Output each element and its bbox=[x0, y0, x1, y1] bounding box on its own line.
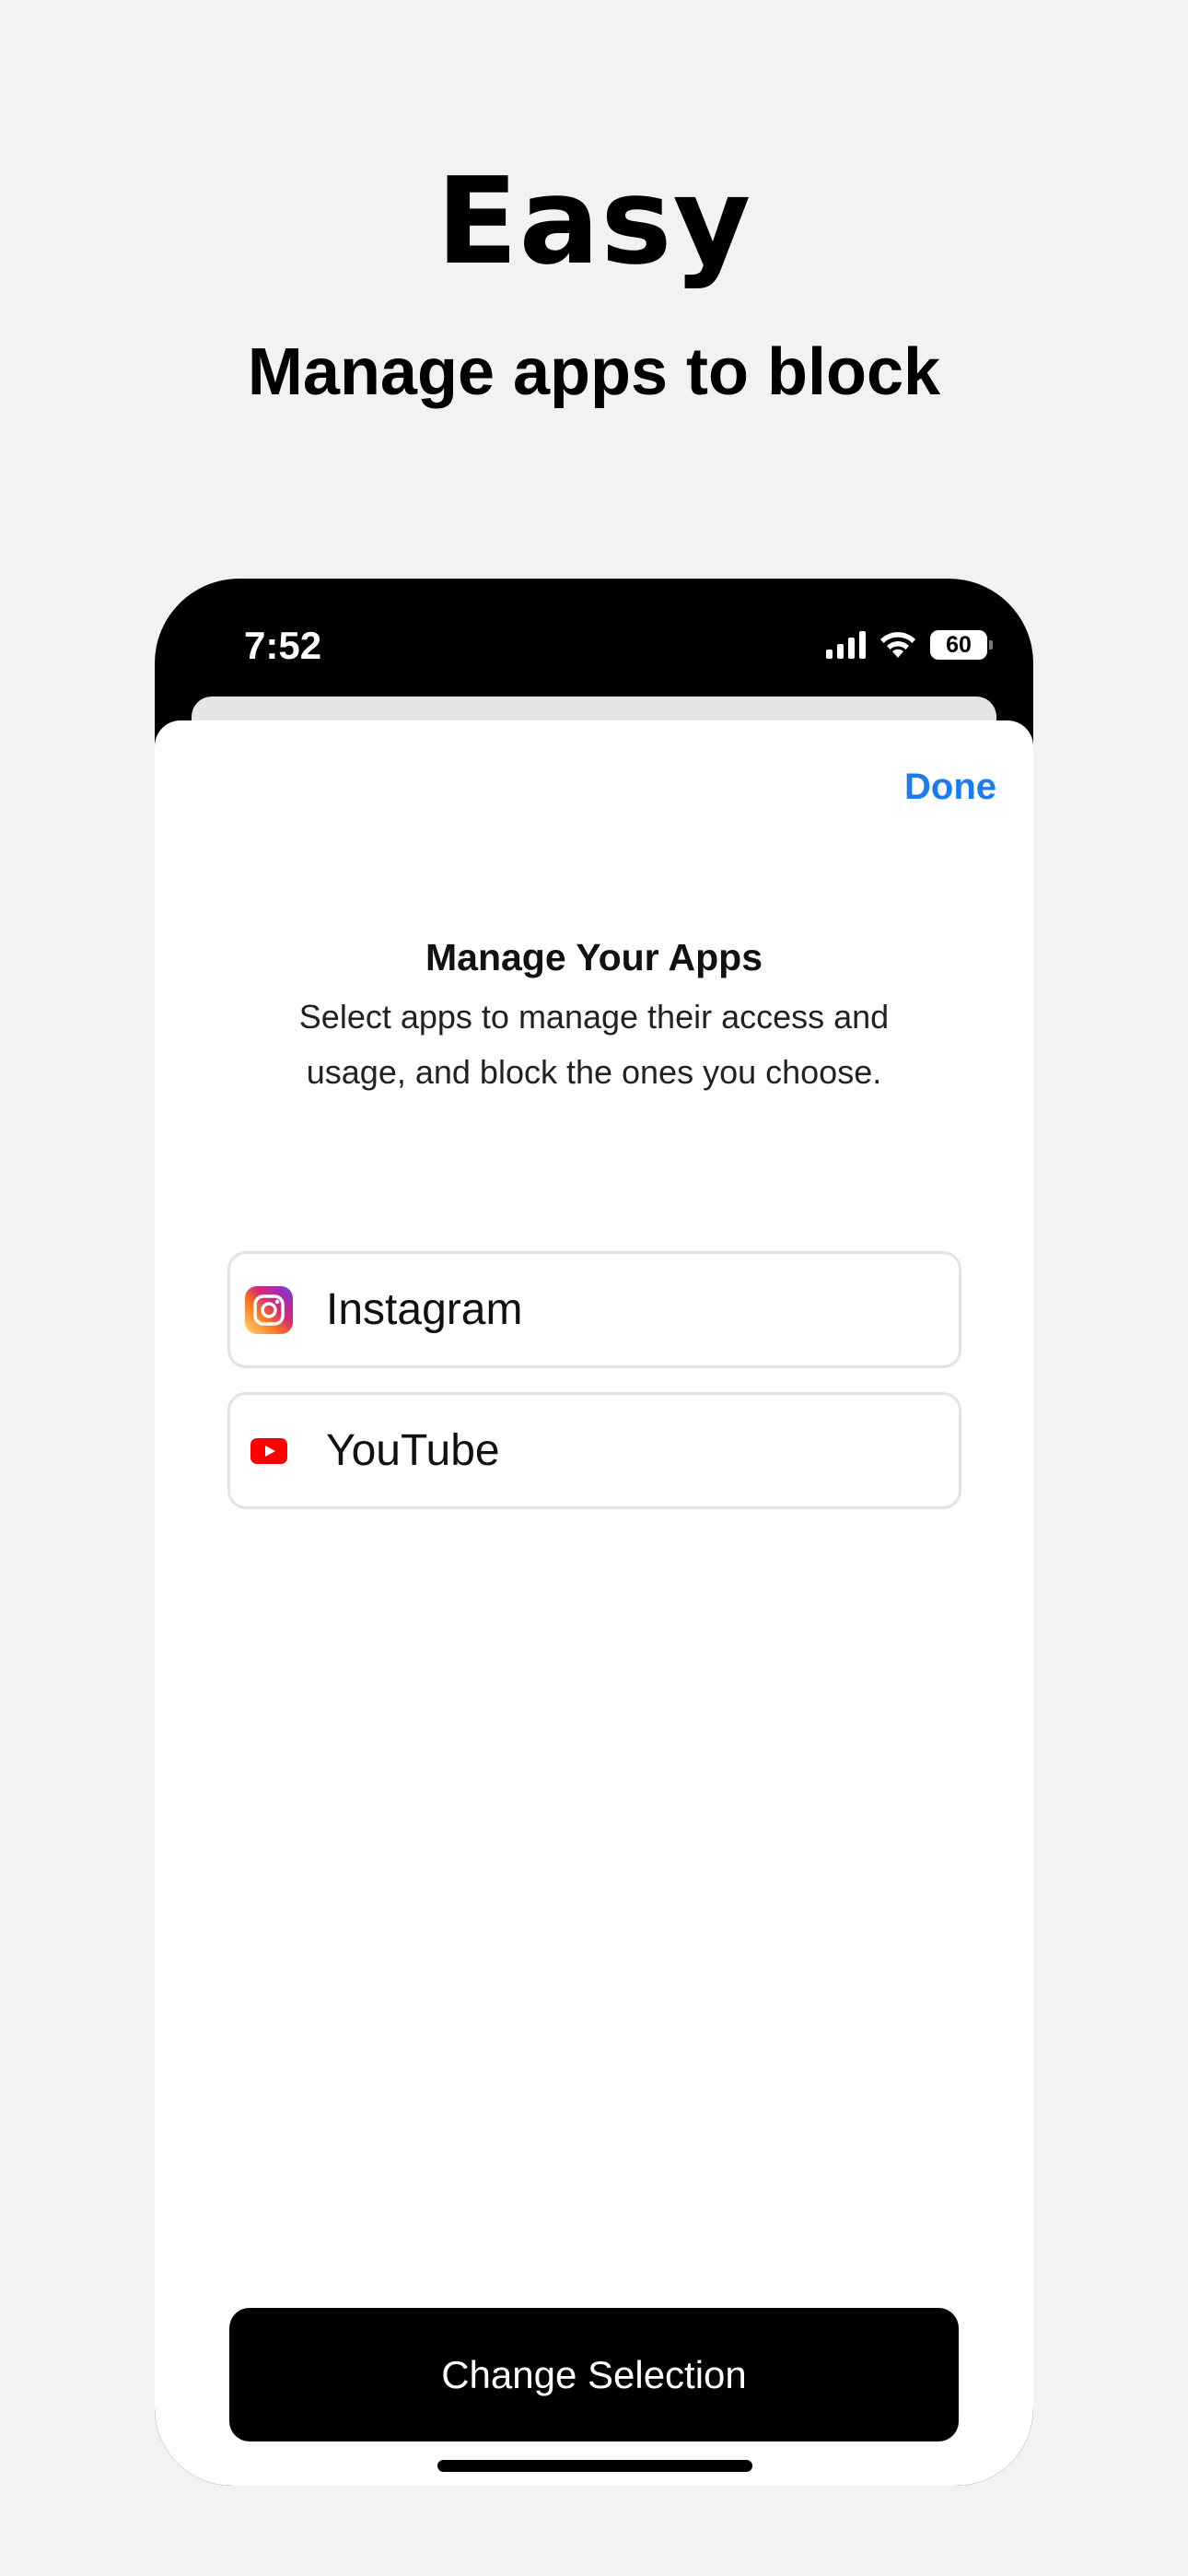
sheet-description: Select apps to manage their access and u… bbox=[298, 998, 890, 1091]
app-row-youtube[interactable]: YouTube bbox=[227, 1392, 961, 1509]
phone-frame: 7:52 60 Done Manage Your Apps Select app… bbox=[155, 579, 1033, 2486]
app-row-instagram[interactable]: Instagram bbox=[227, 1251, 961, 1368]
battery-icon: 60 bbox=[930, 630, 993, 660]
instagram-icon bbox=[245, 1285, 293, 1334]
home-indicator bbox=[437, 2460, 752, 2472]
status-icons: 60 bbox=[826, 630, 993, 660]
hero-subtitle: Manage apps to block bbox=[247, 335, 941, 409]
done-button[interactable]: Done bbox=[904, 767, 996, 808]
app-store-screenshot: Easy Manage apps to block 7:52 60 Done M… bbox=[0, 0, 1188, 2576]
status-time: 7:52 bbox=[244, 624, 322, 667]
manage-apps-sheet: Done Manage Your Apps Select apps to man… bbox=[155, 720, 1033, 2486]
change-selection-button[interactable]: Change Selection bbox=[229, 2308, 959, 2441]
app-name: YouTube bbox=[326, 1426, 500, 1475]
hero-title: Easy bbox=[436, 151, 752, 291]
app-list: Instagram YouTube bbox=[227, 1251, 961, 1533]
youtube-icon bbox=[245, 1427, 293, 1475]
sheet-title: Manage Your Apps bbox=[425, 936, 763, 978]
wifi-icon bbox=[880, 632, 915, 658]
signal-icon bbox=[826, 631, 866, 659]
app-name: Instagram bbox=[326, 1285, 523, 1334]
